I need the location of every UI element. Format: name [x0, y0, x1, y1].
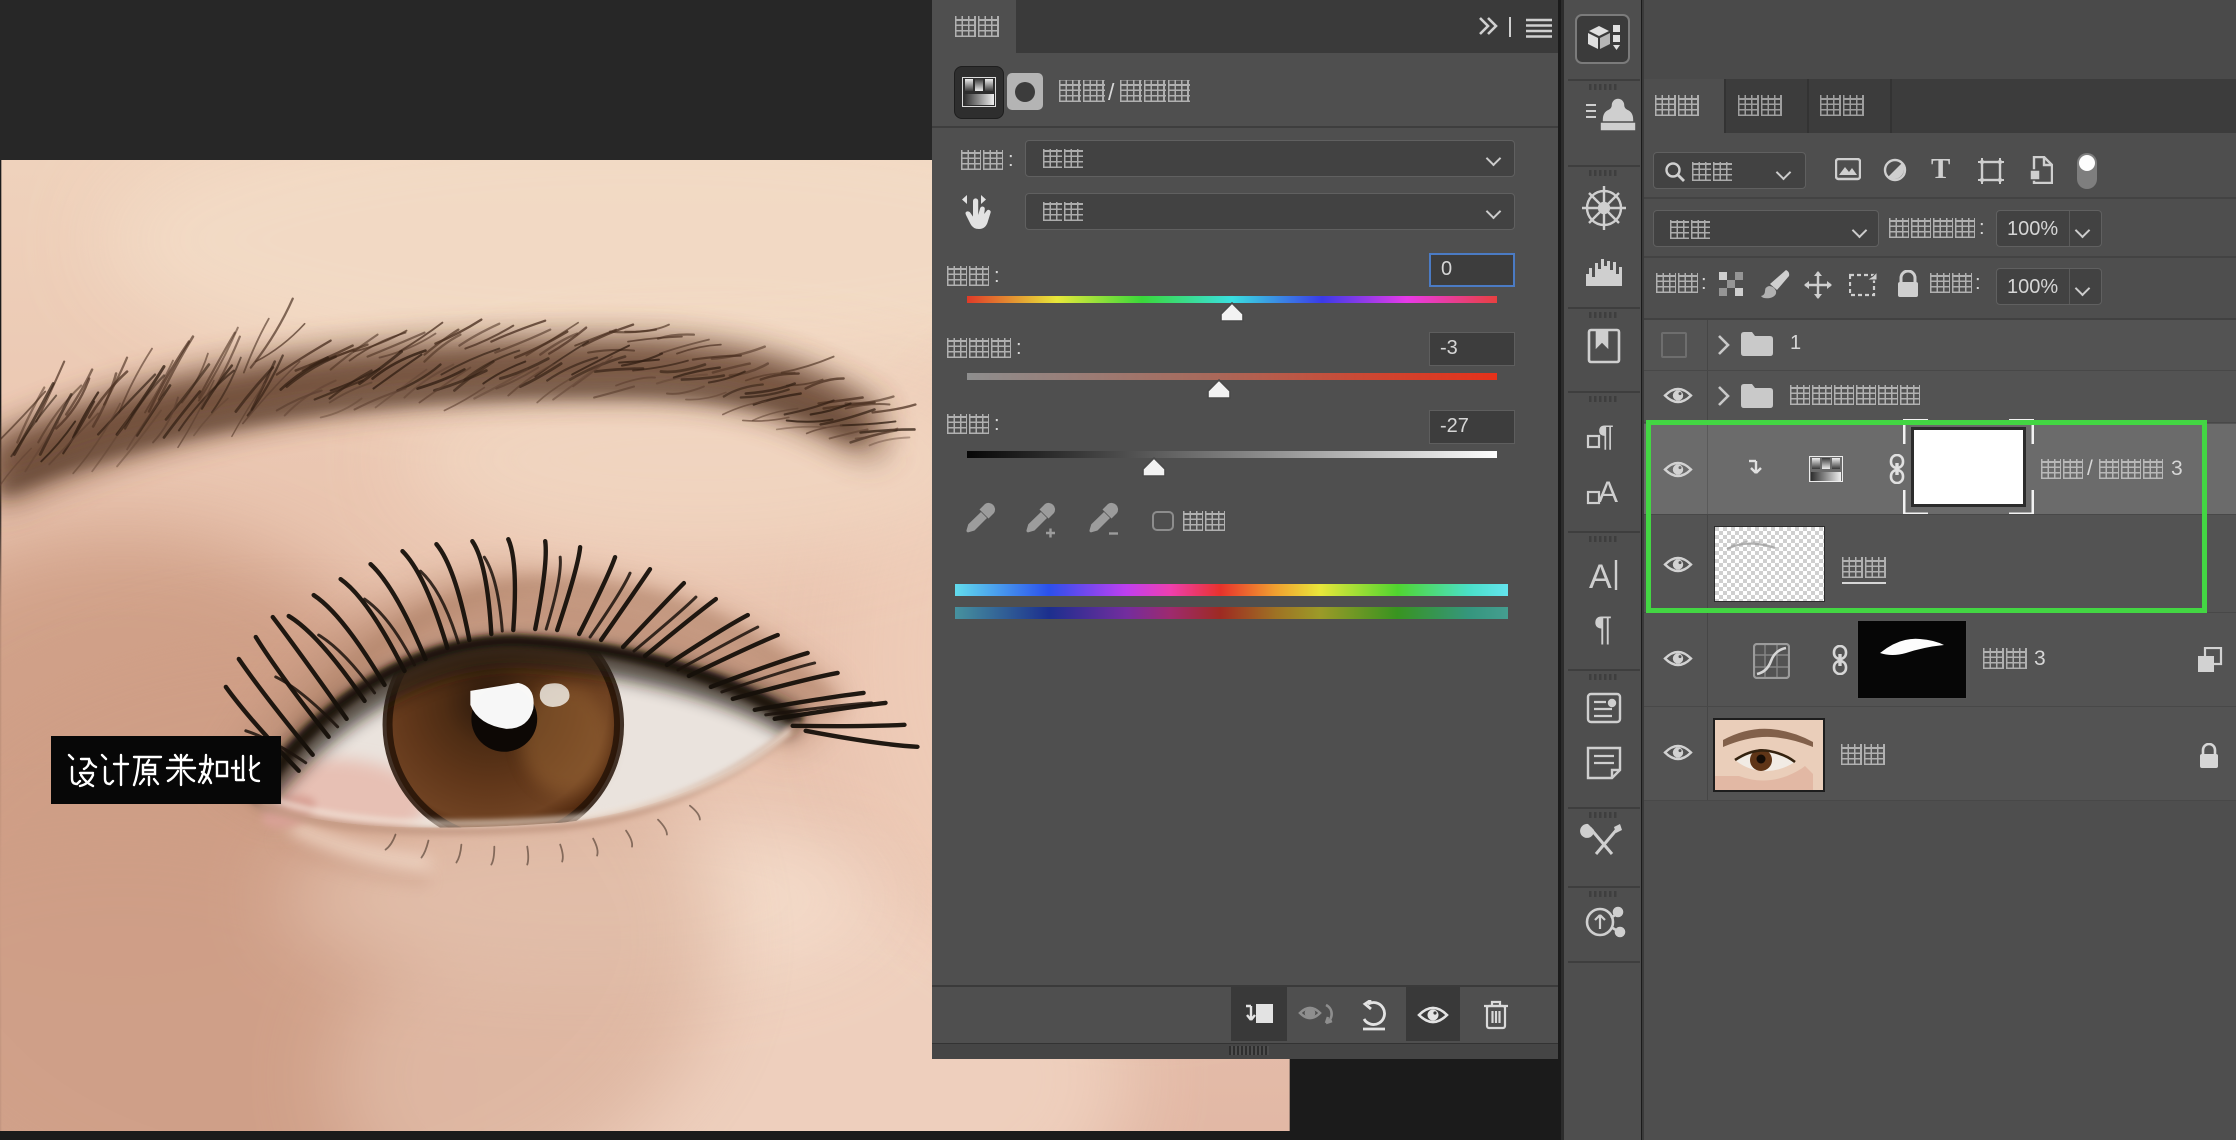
svg-text:A: A [1589, 558, 1612, 596]
svg-text:¶: ¶ [1594, 610, 1612, 648]
svg-text:A: A [1598, 476, 1618, 509]
svg-text:¶: ¶ [1598, 420, 1614, 453]
